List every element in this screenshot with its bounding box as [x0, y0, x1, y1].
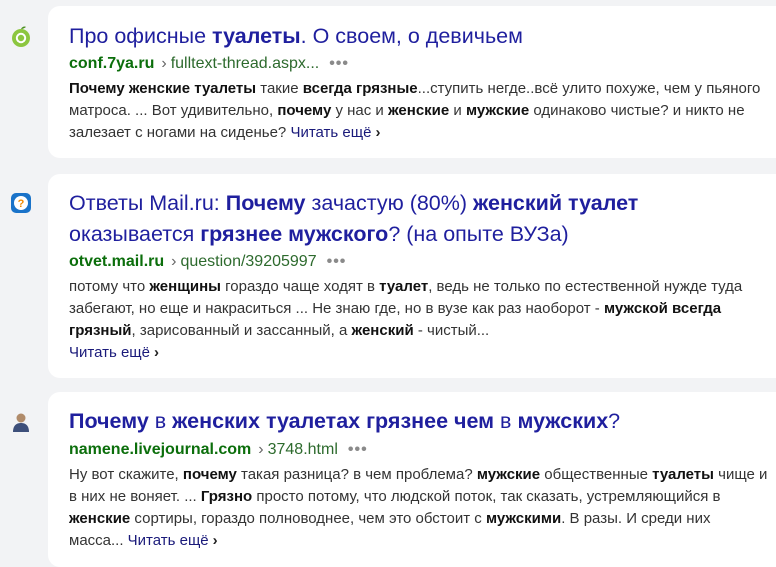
snippet-text: , зарисованный и зассанный, а	[131, 322, 352, 339]
snippet-text: просто потому, что людской поток, так ск…	[252, 488, 721, 505]
title-text: в	[148, 409, 173, 433]
snippet-highlight: почему	[277, 102, 332, 119]
title-highlight: мужских	[517, 409, 609, 433]
breadcrumb-separator-icon: ›	[258, 441, 264, 458]
chevron-right-icon: ›	[375, 124, 381, 141]
result-path[interactable]: fulltext-thread.aspx...	[171, 55, 320, 72]
snippet-highlight: Почему женские туалеты	[69, 80, 257, 97]
result-url[interactable]: conf.7ya.ru › fulltext-thread.aspx... •••	[69, 53, 349, 75]
apple-icon	[10, 26, 32, 48]
result-url[interactable]: namene.livejournal.com › 3748.html •••	[69, 439, 368, 461]
read-more-link[interactable]: Читать ещё ›	[128, 532, 218, 549]
chevron-right-icon: ›	[212, 532, 218, 549]
snippet-text: общественные	[540, 466, 653, 483]
snippet-highlight: почему	[182, 466, 237, 483]
result-domain[interactable]: namene.livejournal.com	[69, 441, 251, 458]
snippet-text: - чистый...	[413, 322, 490, 339]
result-path[interactable]: question/39205997	[180, 253, 316, 270]
snippet-text: сортиры, гораздо полноводнее, чем это об…	[130, 510, 486, 527]
title-highlight: Почему	[225, 191, 306, 215]
snippet-highlight: женщины	[149, 278, 221, 295]
more-options-icon[interactable]: •••	[327, 253, 347, 270]
more-options-icon[interactable]: •••	[329, 55, 349, 72]
snippet-text: у нас и	[331, 102, 388, 119]
result-title[interactable]: Ответы Mail.ru: Почему зачастую (80%) же…	[69, 188, 749, 250]
chevron-right-icon: ›	[153, 344, 159, 361]
title-text: ?	[608, 409, 621, 433]
snippet-highlight: женские	[69, 510, 131, 527]
snippet-text: потому что	[69, 278, 150, 295]
result-snippet: Ну вот скажите, почему такая разница? в …	[69, 464, 769, 552]
question-icon: ?	[10, 192, 32, 214]
snippet-highlight: туалет	[379, 278, 429, 295]
snippet-highlight: Грязно	[200, 488, 253, 505]
snippet-highlight: всегда грязные	[302, 80, 418, 97]
title-text: оказывается	[69, 222, 201, 246]
snippet-text: такая разница? в чем проблема?	[236, 466, 477, 483]
title-text: . О своем, о девичьем	[300, 24, 523, 48]
breadcrumb-separator-icon: ›	[171, 253, 177, 270]
more-options-icon[interactable]: •••	[348, 441, 368, 458]
svg-text:?: ?	[18, 198, 25, 210]
search-results: Про офисные туалеты. О своем, о девичьем…	[0, 0, 776, 567]
result-url[interactable]: otvet.mail.ru › question/39205997 •••	[69, 251, 346, 273]
result-title[interactable]: Почему в женских туалетах грязнее чем в …	[69, 406, 769, 437]
title-text: зачастую (80%)	[305, 191, 474, 215]
result-title[interactable]: Про офисные туалеты. О своем, о девичьем	[69, 21, 769, 52]
result-domain[interactable]: otvet.mail.ru	[69, 253, 164, 270]
snippet-text: такие	[256, 80, 303, 97]
title-text: Про офисные	[69, 24, 213, 48]
result-domain[interactable]: conf.7ya.ru	[69, 55, 154, 72]
snippet-highlight: женский	[351, 322, 414, 339]
snippet-highlight: мужскими	[485, 510, 562, 527]
result-path[interactable]: 3748.html	[268, 441, 338, 458]
result-snippet: потому что женщины гораздо чаще ходят в …	[69, 276, 769, 364]
snippet-highlight: женские	[387, 102, 450, 119]
user-avatar-icon	[10, 411, 32, 433]
snippet-highlight: туалеты	[652, 466, 714, 483]
title-text: в	[494, 409, 518, 433]
title-highlight: грязнее мужского	[200, 222, 389, 246]
title-text: ? (на опыте ВУЗа)	[388, 222, 569, 246]
snippet-highlight: мужские	[465, 102, 530, 119]
snippet-highlight: мужские	[476, 466, 541, 483]
title-text: Ответы Mail.ru:	[69, 191, 226, 215]
read-more-link[interactable]: Читать ещё ›	[290, 124, 380, 141]
title-highlight: туалеты	[212, 24, 301, 48]
title-highlight: женских туалетах грязнее чем	[172, 409, 495, 433]
read-more-link[interactable]: Читать ещё ›	[69, 344, 159, 361]
breadcrumb-separator-icon: ›	[161, 55, 167, 72]
snippet-text: гораздо чаще ходят в	[220, 278, 380, 295]
title-highlight: Почему	[69, 409, 149, 433]
title-highlight: женский туалет	[473, 191, 639, 215]
snippet-text: и	[449, 102, 466, 119]
snippet-text: Ну вот скажите,	[69, 466, 183, 483]
result-snippet: Почему женские туалеты такие всегда гряз…	[69, 78, 769, 144]
